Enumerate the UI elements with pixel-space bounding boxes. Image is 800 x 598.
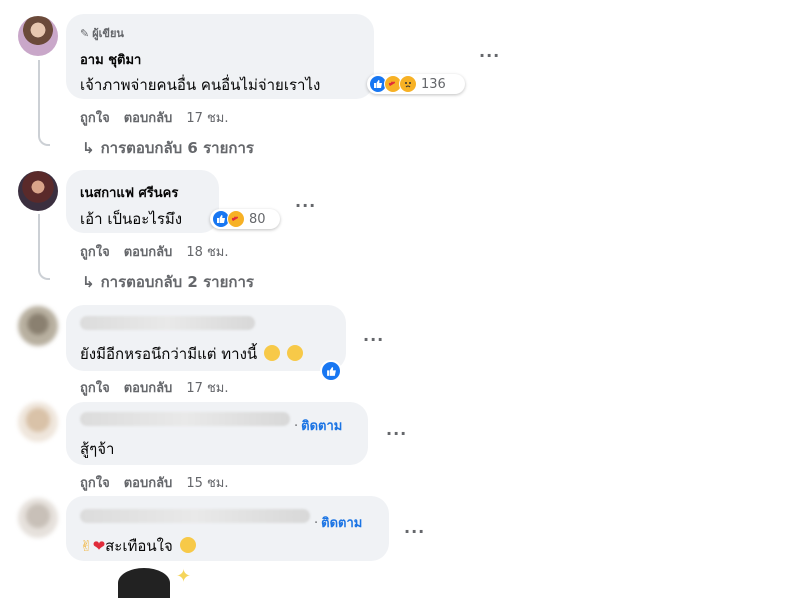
comment-text: เอ้า เป็นอะไรมึง: [80, 210, 183, 228]
author-badge-label: ผู้เขียน: [92, 27, 124, 40]
more-options-icon[interactable]: ···: [404, 522, 425, 541]
like-link[interactable]: ถูกใจ: [80, 377, 110, 398]
care-reaction-icon: [227, 210, 245, 228]
replies-label: การตอบกลับ 6 รายการ: [100, 139, 254, 157]
victory-hand-emoji-icon: ✌: [80, 537, 93, 555]
author-badge: ✎ ผู้เขียน: [80, 24, 124, 42]
comment-time[interactable]: 17 ชม.: [186, 107, 228, 128]
reaction-summary[interactable]: 136: [367, 74, 465, 94]
avatar[interactable]: [18, 402, 58, 442]
comment-text: ยังมีอีกหรอนึกว่ามีแต่ ทางนี้: [80, 342, 303, 366]
avatar[interactable]: [18, 16, 58, 56]
like-link[interactable]: ถูกใจ: [80, 107, 110, 128]
reaction-count: 136: [421, 76, 446, 92]
comment-actions: ถูกใจ ตอบกลับ 15 ชม.: [80, 472, 243, 493]
follow-link[interactable]: · ติดตาม: [314, 512, 362, 533]
sparkle-icon: ✦: [176, 566, 192, 587]
comment-time[interactable]: 17 ชม.: [186, 377, 228, 398]
comment-text: ✌❤สะเทือนใจ: [80, 534, 196, 558]
sticker-image: [118, 568, 170, 598]
reply-link[interactable]: ตอบกลับ: [124, 241, 173, 262]
follow-label: ติดตาม: [321, 516, 363, 531]
reaction-count: 80: [249, 211, 266, 227]
replies-label: การตอบกลับ 2 รายการ: [100, 273, 254, 291]
reply-arrow-icon: ↳: [82, 273, 95, 291]
reply-link[interactable]: ตอบกลับ: [124, 377, 173, 398]
comment-author[interactable]: เนสกาแฟ ศรีนคร: [80, 182, 178, 203]
more-options-icon[interactable]: ···: [386, 424, 407, 443]
like-link[interactable]: ถูกใจ: [80, 472, 110, 493]
comment-actions: ถูกใจ ตอบกลับ 17 ชม.: [80, 107, 243, 128]
comment-text-content: สะเทือนใจ: [105, 537, 173, 555]
more-options-icon[interactable]: ···: [295, 196, 316, 215]
thread-line: [38, 214, 50, 280]
avatar[interactable]: [18, 171, 58, 211]
reply-link[interactable]: ตอบกลับ: [124, 472, 173, 493]
avatar[interactable]: [18, 498, 58, 538]
grin-emoji-icon: [263, 345, 280, 361]
like-link[interactable]: ถูกใจ: [80, 241, 110, 262]
sad-reaction-icon: [399, 75, 417, 93]
comment-actions: ถูกใจ ตอบกลับ 17 ชม.: [80, 377, 243, 398]
comment-time[interactable]: 15 ชม.: [186, 472, 228, 493]
more-options-icon[interactable]: ···: [363, 330, 384, 349]
comment-actions: ถูกใจ ตอบกลับ 18 ชม.: [80, 241, 243, 262]
view-replies-link[interactable]: ↳ การตอบกลับ 2 รายการ: [82, 270, 254, 294]
follow-link[interactable]: · ติดตาม: [294, 415, 342, 436]
grin-emoji-icon: [286, 345, 303, 361]
comment-text: เจ้าภาพจ่ายคนอื่น คนอื่นไม่จ่ายเราไง: [80, 76, 321, 94]
view-replies-link[interactable]: ↳ การตอบกลับ 6 รายการ: [82, 136, 254, 160]
comment-author[interactable]: อาม ชุติมา: [80, 49, 141, 70]
more-options-icon[interactable]: ···: [479, 46, 500, 65]
reply-link[interactable]: ตอบกลับ: [124, 107, 173, 128]
comment-text-content: ยังมีอีกหรอนึกว่ามีแต่ ทางนี้: [80, 345, 258, 363]
pleading-face-emoji-icon: [179, 537, 196, 553]
avatar[interactable]: [18, 306, 58, 346]
like-reaction-icon[interactable]: [320, 360, 342, 382]
comment-text: สู้ๆจ้า: [80, 440, 115, 458]
author-name-redacted: [80, 316, 255, 330]
reaction-summary[interactable]: 80: [210, 209, 280, 229]
thread-line: [38, 60, 50, 146]
comment-time[interactable]: 18 ชม.: [186, 241, 228, 262]
author-name-redacted: [80, 412, 290, 426]
author-name-redacted: [80, 509, 310, 523]
red-heart-emoji-icon: ❤: [92, 537, 106, 555]
follow-label: ติดตาม: [301, 419, 343, 434]
reply-arrow-icon: ↳: [82, 139, 95, 157]
pencil-icon: ✎: [80, 27, 90, 40]
